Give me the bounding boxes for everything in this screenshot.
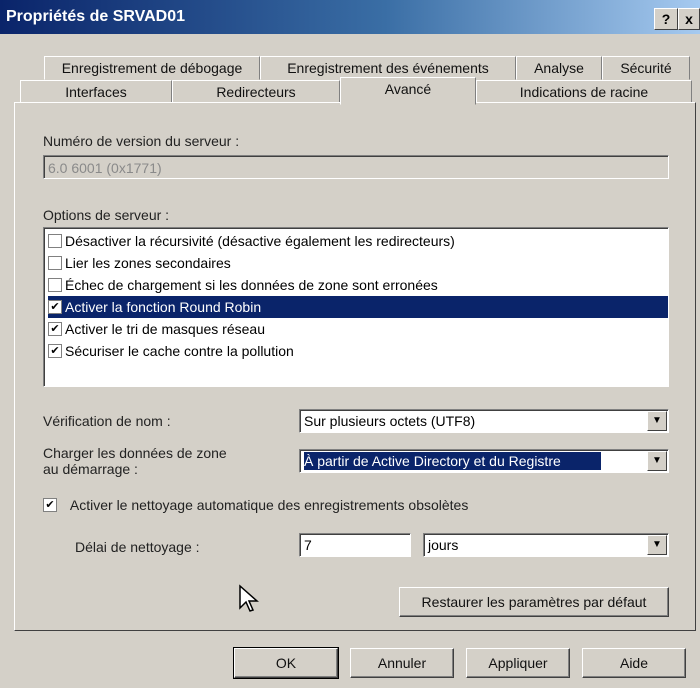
cancel-button[interactable]: Annuler — [350, 648, 454, 678]
list-item-selected[interactable]: ✔ Activer la fonction Round Robin — [48, 296, 668, 318]
option-label: Désactiver la récursivité (désactive éga… — [65, 233, 455, 249]
scavenging-delay-input[interactable]: 7 — [299, 533, 411, 557]
option-label: Sécuriser le cache contre la pollution — [65, 343, 294, 359]
option-label: Échec de chargement si les données de zo… — [65, 277, 438, 293]
help-icon[interactable]: ? — [654, 8, 678, 30]
checkbox-icon[interactable] — [48, 256, 62, 271]
load-zone-label-line1: Charger les données de zone — [43, 445, 227, 461]
list-item[interactable]: Lier les zones secondaires — [48, 252, 668, 274]
tab-security[interactable]: Sécurité — [602, 56, 690, 80]
tab-debug-logging[interactable]: Enregistrement de débogage — [44, 56, 260, 80]
chevron-down-icon[interactable]: ▼ — [647, 535, 667, 555]
scavenging-checkbox[interactable]: ✔ — [43, 498, 57, 513]
window-title: Propriétés de SRVAD01 — [6, 8, 186, 25]
list-item[interactable]: ✔ Sécuriser le cache contre la pollution — [48, 340, 668, 362]
scavenging-unit-value: jours — [428, 537, 459, 553]
help-button[interactable]: Aide — [582, 648, 686, 678]
version-field: 6.0 6001 (0x1771) — [43, 155, 669, 179]
version-label: Numéro de version du serveur : — [43, 133, 240, 149]
ok-button[interactable]: OK — [233, 647, 339, 679]
checkbox-icon[interactable]: ✔ — [48, 322, 62, 337]
scavenging-delay-label: Délai de nettoyage : — [75, 539, 200, 555]
option-label: Activer la fonction Round Robin — [65, 299, 262, 315]
name-check-dropdown[interactable]: Sur plusieurs octets (UTF8) ▼ — [299, 409, 669, 433]
chevron-down-icon[interactable]: ▼ — [647, 451, 667, 471]
tab-interfaces[interactable]: Interfaces — [20, 80, 172, 104]
load-zone-dropdown[interactable]: À partir de Active Directory et du Regis… — [299, 449, 669, 473]
scavenging-row[interactable]: ✔ Activer le nettoyage automatique des e… — [43, 497, 468, 513]
list-item[interactable]: Désactiver la récursivité (désactive éga… — [48, 230, 668, 252]
close-icon[interactable]: x — [678, 8, 700, 30]
list-item[interactable]: Échec de chargement si les données de zo… — [48, 274, 668, 296]
checkbox-icon[interactable]: ✔ — [48, 300, 62, 315]
title-bar: Propriétés de SRVAD01 ? x — [0, 0, 700, 34]
scavenging-label: Activer le nettoyage automatique des enr… — [69, 497, 469, 513]
option-label: Activer le tri de masques réseau — [65, 321, 265, 337]
list-item[interactable]: ✔ Activer le tri de masques réseau — [48, 318, 668, 340]
name-check-value: Sur plusieurs octets (UTF8) — [304, 413, 476, 429]
scavenging-unit-dropdown[interactable]: jours ▼ — [423, 533, 669, 557]
load-zone-value: À partir de Active Directory et du Regis… — [304, 452, 601, 470]
arrow-cursor-icon — [239, 584, 259, 612]
restore-defaults-button[interactable]: Restaurer les paramètres par défaut — [399, 587, 669, 617]
chevron-down-icon[interactable]: ▼ — [647, 411, 667, 431]
server-options-label: Options de serveur : — [43, 207, 170, 223]
tab-row-bottom: Interfaces Redirecteurs Avancé Indicatio… — [0, 77, 700, 105]
tab-root-hints[interactable]: Indications de racine — [476, 80, 692, 104]
name-check-label: Vérification de nom : — [43, 413, 171, 429]
load-zone-label-line2: au démarrage : — [43, 461, 138, 477]
checkbox-icon[interactable] — [48, 278, 62, 293]
tab-forwarders[interactable]: Redirecteurs — [172, 80, 340, 104]
checkbox-icon[interactable]: ✔ — [48, 344, 62, 359]
tab-advanced[interactable]: Avancé — [340, 77, 476, 105]
option-label: Lier les zones secondaires — [65, 255, 231, 271]
tab-monitoring[interactable]: Analyse — [516, 56, 602, 80]
server-options-list[interactable]: Désactiver la récursivité (désactive éga… — [43, 227, 669, 387]
apply-button[interactable]: Appliquer — [466, 648, 570, 678]
advanced-panel: Numéro de version du serveur : 6.0 6001 … — [14, 102, 696, 631]
checkbox-icon[interactable] — [48, 234, 62, 249]
